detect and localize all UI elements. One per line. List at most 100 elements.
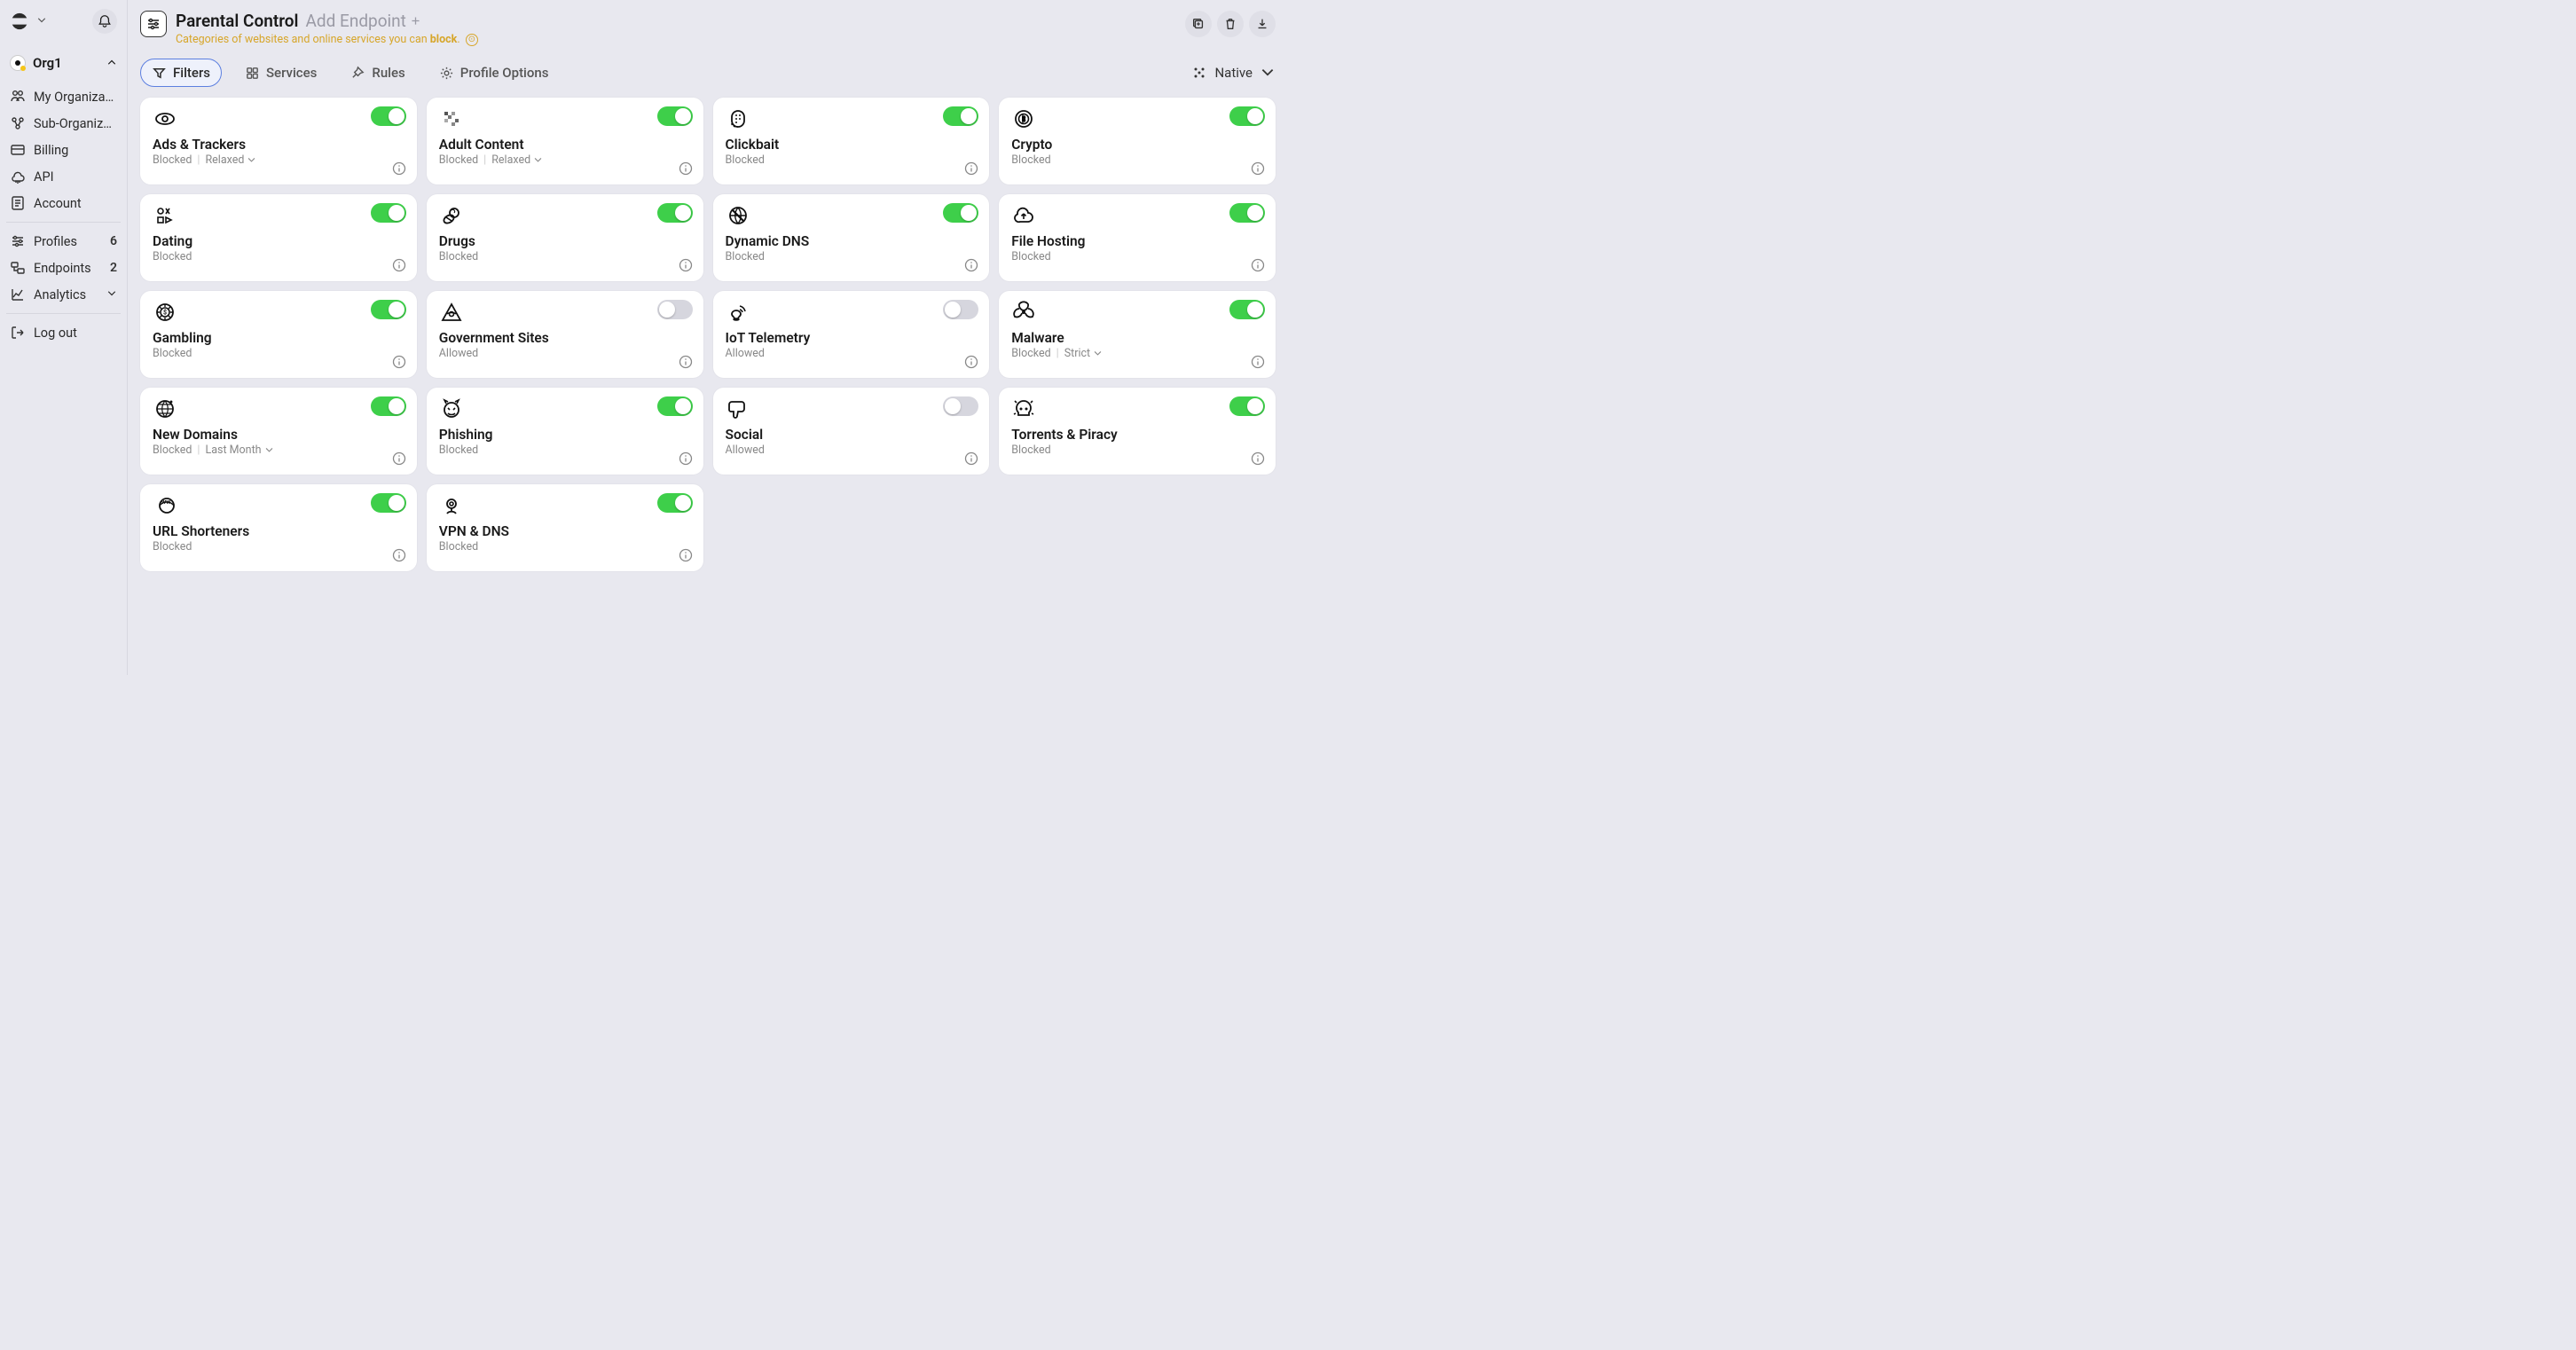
- sidebar-item-logout[interactable]: Log out: [6, 319, 121, 346]
- info-icon[interactable]: [679, 451, 693, 466]
- filter-title: Clickbait: [726, 137, 944, 153]
- info-icon[interactable]: [964, 258, 978, 272]
- mode-selector[interactable]: Last Month: [205, 443, 273, 457]
- count-badge: 2: [110, 261, 117, 275]
- sidebar-item-account[interactable]: Account: [6, 190, 121, 216]
- tab-profile-options[interactable]: Profile Options: [428, 59, 560, 87]
- info-icon[interactable]: [964, 355, 978, 369]
- sidebar-item-billing[interactable]: Billing: [6, 137, 121, 163]
- info-icon[interactable]: [679, 161, 693, 176]
- filter-toggle[interactable]: [371, 493, 406, 513]
- filter-toggle[interactable]: [943, 203, 978, 223]
- filter-title: Social: [726, 427, 944, 443]
- tab-services[interactable]: Services: [234, 59, 327, 87]
- filter-toggle[interactable]: [657, 300, 693, 319]
- filter-status: Blocked | Relaxed: [439, 153, 657, 167]
- sidebar-item-api[interactable]: API: [6, 163, 121, 190]
- add-endpoint-button[interactable]: Add Endpoint: [305, 11, 420, 31]
- filter-toggle[interactable]: [657, 106, 693, 126]
- filter-status: Blocked | Relaxed: [153, 153, 371, 167]
- grid-icon: [245, 66, 260, 81]
- chevron-down-icon: [247, 155, 256, 165]
- filter-toggle[interactable]: [943, 300, 978, 319]
- info-icon[interactable]: [392, 161, 406, 176]
- mode-selector[interactable]: Relaxed: [491, 153, 543, 167]
- notifications-button[interactable]: [92, 9, 117, 34]
- symbols-icon: [153, 203, 177, 228]
- filter-title: Drugs: [439, 233, 657, 249]
- info-icon[interactable]: [1251, 451, 1265, 466]
- filter-status: Blocked: [439, 443, 657, 457]
- tab-rules[interactable]: Rules: [340, 59, 415, 87]
- sidebar-item-sub-organizations[interactable]: Sub-Organizations: [6, 110, 121, 137]
- filter-toggle[interactable]: [1229, 106, 1265, 126]
- vpn-icon: [439, 493, 464, 518]
- mode-selector[interactable]: Relaxed: [205, 153, 256, 167]
- filter-toggle[interactable]: [371, 203, 406, 223]
- info-icon[interactable]: [679, 355, 693, 369]
- filter-card-vpn-dns: VPN & DNS Blocked: [427, 484, 703, 571]
- tab-filters[interactable]: Filters: [140, 59, 222, 87]
- duplicate-button[interactable]: [1185, 11, 1212, 37]
- mode-selector[interactable]: Strict: [1064, 347, 1103, 360]
- org-selector[interactable]: Org1: [6, 50, 121, 76]
- filter-toggle[interactable]: [371, 106, 406, 126]
- info-icon[interactable]: [1251, 161, 1265, 176]
- delete-button[interactable]: [1217, 11, 1244, 37]
- chevron-down-icon: [1260, 65, 1276, 81]
- sidebar-item-endpoints[interactable]: Endpoints 2: [6, 255, 121, 281]
- filter-card-government-sites: Government Sites Allowed: [427, 291, 703, 378]
- filter-toggle[interactable]: [943, 396, 978, 416]
- filter-toggle[interactable]: [657, 493, 693, 513]
- filter-toggle[interactable]: [371, 396, 406, 416]
- profile-icon[interactable]: [140, 11, 167, 37]
- info-icon[interactable]: [392, 451, 406, 466]
- sidebar-item-label: API: [34, 169, 117, 184]
- chip-icon: [153, 300, 177, 325]
- pyramid-icon: [439, 300, 464, 325]
- sidebar-item-my-organization[interactable]: My Organization: [6, 83, 121, 110]
- sidebar-item-analytics[interactable]: Analytics: [6, 281, 121, 308]
- filter-toggle[interactable]: [657, 396, 693, 416]
- filter-toggle[interactable]: [943, 106, 978, 126]
- info-icon[interactable]: [1251, 355, 1265, 369]
- info-icon[interactable]: [964, 451, 978, 466]
- filter-toggle[interactable]: [1229, 203, 1265, 223]
- view-mode-selector[interactable]: Native: [1191, 65, 1276, 81]
- sidebar-item-label: Log out: [34, 326, 117, 341]
- sidebar-item-label: Endpoints: [34, 261, 102, 276]
- filter-status: Blocked | Strict: [1011, 347, 1229, 360]
- chevron-down-icon: [106, 287, 117, 302]
- pin-icon: [350, 66, 365, 81]
- hazard-icon: [1011, 300, 1036, 325]
- filter-toggle[interactable]: [1229, 300, 1265, 319]
- filter-toggle[interactable]: [1229, 396, 1265, 416]
- sidebar-item-label: Sub-Organizations: [34, 116, 117, 131]
- filter-title: Crypto: [1011, 137, 1229, 153]
- help-badge[interactable]: ⊙: [466, 34, 478, 46]
- chevron-down-icon: [264, 445, 274, 455]
- info-icon[interactable]: [392, 548, 406, 562]
- brand-menu-chevron[interactable]: [36, 15, 47, 28]
- info-icon[interactable]: [392, 258, 406, 272]
- brand-logo[interactable]: [10, 12, 29, 31]
- users-icon: [10, 89, 26, 105]
- info-icon[interactable]: [1251, 258, 1265, 272]
- sidebar-item-profiles[interactable]: Profiles6: [6, 228, 121, 255]
- filter-toggle[interactable]: [371, 300, 406, 319]
- info-icon[interactable]: [679, 258, 693, 272]
- info-icon[interactable]: [392, 355, 406, 369]
- filter-status: Blocked: [726, 250, 944, 263]
- filter-title: Malware: [1011, 330, 1229, 346]
- chevron-down-icon: [1093, 349, 1103, 358]
- filter-title: Dynamic DNS: [726, 233, 944, 249]
- info-icon[interactable]: [679, 548, 693, 562]
- cloud-icon: [10, 169, 26, 184]
- page-title: Parental Control: [176, 11, 298, 31]
- header-actions: [1185, 11, 1276, 37]
- info-icon[interactable]: [964, 161, 978, 176]
- filter-card-phishing: Phishing Blocked: [427, 388, 703, 475]
- sidebar-item-label: Account: [34, 196, 117, 211]
- filter-toggle[interactable]: [657, 203, 693, 223]
- download-button[interactable]: [1249, 11, 1276, 37]
